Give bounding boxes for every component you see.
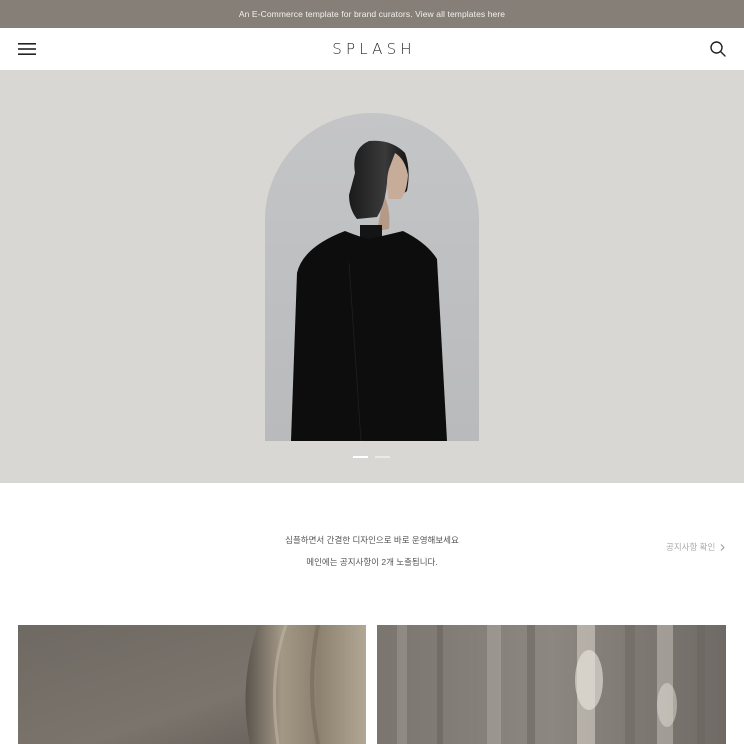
slide-indicator-2[interactable] xyxy=(375,456,390,458)
announcement-text[interactable]: An E-Commerce template for brand curator… xyxy=(239,9,505,19)
search-icon[interactable] xyxy=(709,40,727,58)
product-card-left[interactable] xyxy=(18,625,366,744)
slide-indicator-1[interactable] xyxy=(353,456,368,458)
hero-image xyxy=(265,113,479,441)
announcement-bar[interactable]: An E-Commerce template for brand curator… xyxy=(0,0,744,28)
chevron-right-icon xyxy=(720,543,726,551)
site-header: SPLASH xyxy=(0,28,744,70)
notice-link-label[interactable]: 공지사항 확인 xyxy=(666,541,715,553)
notice-line-2: 메인에는 공지사항이 2개 노출됩니다. xyxy=(306,557,438,567)
product-card-right[interactable] xyxy=(377,625,726,744)
brand-logo[interactable]: SPLASH xyxy=(332,40,416,58)
notice-line-1: 심플하면서 간결한 디자인으로 바로 운영해보세요 xyxy=(285,535,459,545)
curtain-image xyxy=(377,625,726,744)
hero-slider[interactable] xyxy=(0,70,744,483)
fabric-image xyxy=(18,625,366,744)
hamburger-menu-icon[interactable] xyxy=(18,41,36,57)
notice-link[interactable]: 공지사항 확인 xyxy=(666,541,726,553)
